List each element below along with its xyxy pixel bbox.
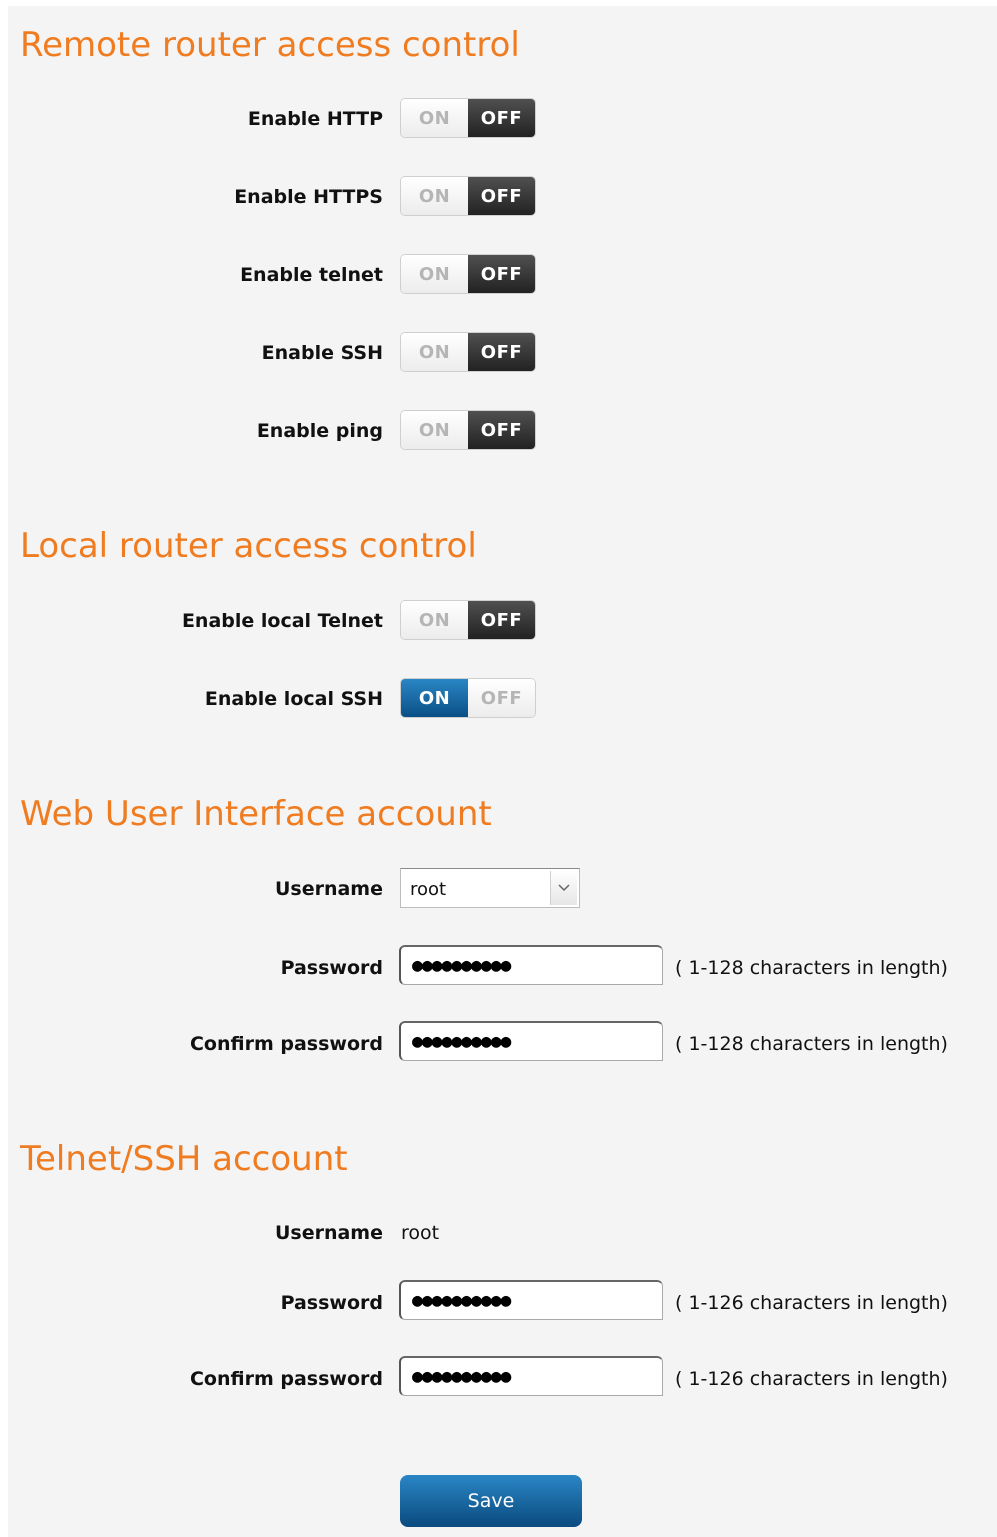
enable-local-ssh-toggle[interactable]: ON OFF [400, 678, 536, 718]
toggle-on-segment[interactable]: ON [401, 99, 468, 137]
web-password-hint: ( 1-128 characters in length) [675, 957, 948, 979]
web-confirm-password-label: Confirm password [189, 1033, 383, 1055]
enable-https-toggle[interactable]: ON OFF [400, 176, 536, 216]
settings-panel: Remote router access control Enable HTTP… [8, 6, 997, 1537]
enable-telnet-toggle[interactable]: ON OFF [400, 254, 536, 294]
toggle-off-segment[interactable]: OFF [468, 601, 535, 639]
enable-ssh-label: Enable SSH [261, 342, 383, 364]
web-confirm-password-hint: ( 1-128 characters in length) [675, 1033, 948, 1055]
local-access-title: Local router access control [20, 526, 477, 566]
toggle-off-segment[interactable]: OFF [468, 255, 535, 293]
web-password-input[interactable]: ●●●●●●●●●● [399, 945, 663, 985]
save-button[interactable]: Save [400, 1475, 582, 1527]
web-account-title: Web User Interface account [20, 794, 492, 834]
ssh-confirm-password-hint: ( 1-126 characters in length) [675, 1368, 948, 1390]
ssh-password-input[interactable]: ●●●●●●●●●● [399, 1280, 663, 1320]
chevron-down-icon[interactable] [550, 871, 577, 905]
toggle-on-segment[interactable]: ON [401, 601, 468, 639]
toggle-off-segment[interactable]: OFF [468, 411, 535, 449]
enable-local-ssh-label: Enable local SSH [204, 688, 383, 710]
toggle-on-segment[interactable]: ON [401, 679, 468, 717]
password-mask: ●●●●●●●●●● [412, 1031, 511, 1052]
web-username-value: root [410, 879, 447, 900]
enable-local-telnet-toggle[interactable]: ON OFF [400, 600, 536, 640]
web-confirm-password-input[interactable]: ●●●●●●●●●● [399, 1021, 663, 1061]
enable-http-toggle[interactable]: ON OFF [400, 98, 536, 138]
toggle-off-segment[interactable]: OFF [468, 333, 535, 371]
ssh-confirm-password-input[interactable]: ●●●●●●●●●● [399, 1356, 663, 1396]
ssh-password-label: Password [280, 1292, 383, 1314]
enable-http-label: Enable HTTP [247, 108, 383, 130]
toggle-on-segment[interactable]: ON [401, 333, 468, 371]
toggle-off-segment[interactable]: OFF [468, 99, 535, 137]
web-username-select[interactable]: root [400, 868, 580, 908]
ssh-password-hint: ( 1-126 characters in length) [675, 1292, 948, 1314]
enable-telnet-label: Enable telnet [240, 264, 383, 286]
toggle-on-segment[interactable]: ON [401, 255, 468, 293]
enable-ping-toggle[interactable]: ON OFF [400, 410, 536, 450]
password-mask: ●●●●●●●●●● [412, 1366, 511, 1387]
password-mask: ●●●●●●●●●● [412, 1290, 511, 1311]
ssh-username-value: root [401, 1222, 440, 1244]
enable-local-telnet-label: Enable local Telnet [181, 610, 383, 632]
toggle-on-segment[interactable]: ON [401, 411, 468, 449]
ssh-account-title: Telnet/SSH account [20, 1139, 348, 1179]
ssh-confirm-password-label: Confirm password [189, 1368, 383, 1390]
enable-https-label: Enable HTTPS [234, 186, 383, 208]
enable-ssh-toggle[interactable]: ON OFF [400, 332, 536, 372]
remote-access-title: Remote router access control [20, 25, 520, 65]
password-mask: ●●●●●●●●●● [412, 955, 511, 976]
web-username-label: Username [274, 878, 383, 900]
web-password-label: Password [280, 957, 383, 979]
toggle-off-segment[interactable]: OFF [468, 679, 535, 717]
toggle-on-segment[interactable]: ON [401, 177, 468, 215]
ssh-username-label: Username [274, 1222, 383, 1244]
toggle-off-segment[interactable]: OFF [468, 177, 535, 215]
enable-ping-label: Enable ping [256, 420, 383, 442]
